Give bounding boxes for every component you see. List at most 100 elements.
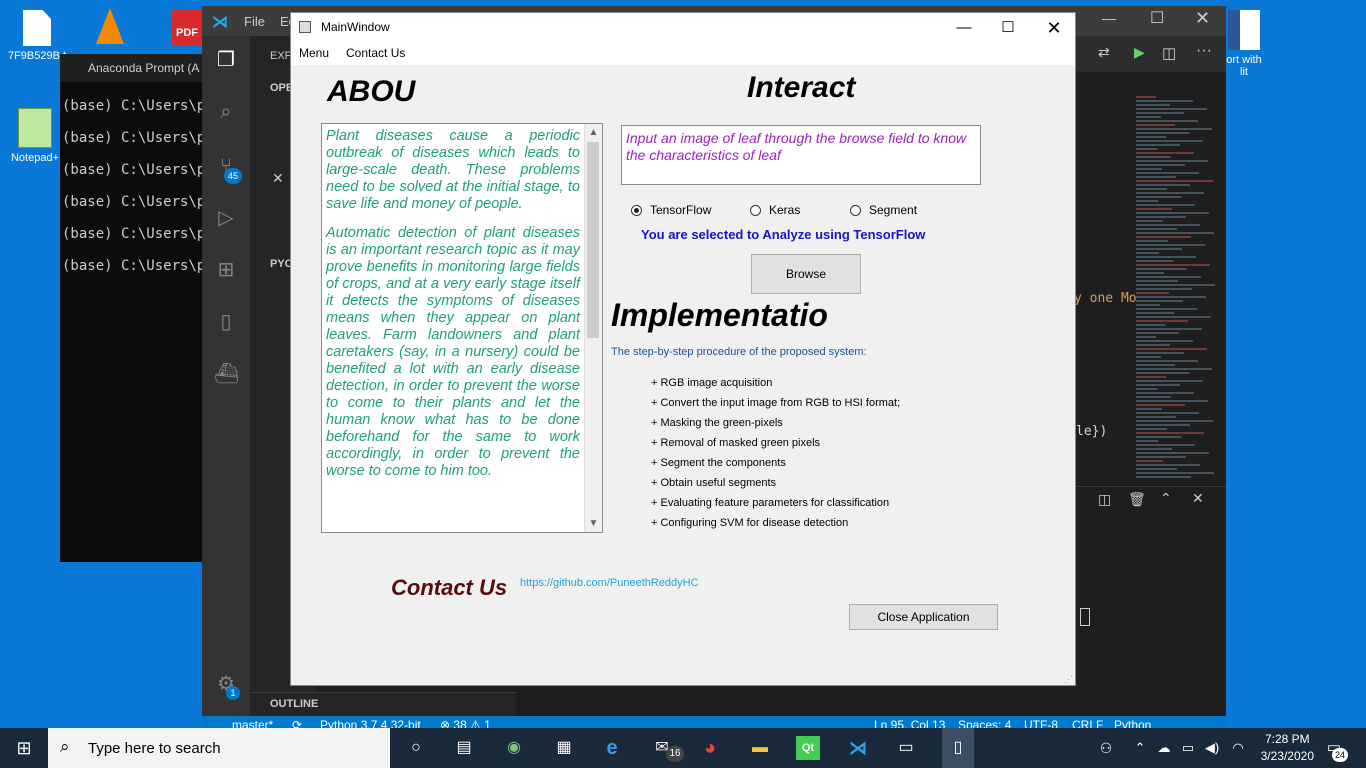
main-window-title-bar[interactable]: MainWindow — ☐ ✕ [291,13,1075,43]
split-editor-icon[interactable]: ◫ [1162,44,1176,62]
steps-list: + RGB image acquisition + Convert the in… [651,375,900,535]
run-icon[interactable]: ▶ [1134,44,1145,61]
tray-overflow-icon[interactable]: ⌃ [1128,736,1152,760]
browse-button[interactable]: Browse [751,254,861,294]
radio-tensorflow-label: TensorFlow [650,203,712,217]
store-icon[interactable]: ▦ [552,736,576,760]
volume-icon[interactable]: ◀) [1200,736,1224,760]
scroll-down-icon[interactable]: ▼ [585,515,602,532]
remote-icon[interactable]: ▯ [214,310,238,334]
minimap-line [1136,228,1177,230]
editor-code-snippet: le}) [1076,424,1108,439]
minimap-line [1136,336,1156,338]
about-text-area[interactable]: Plant diseases cause a periodic outbreak… [321,123,603,533]
clock[interactable]: 7:28 PM 3/23/2020 [1261,731,1314,765]
vscode-maximize-icon[interactable]: ☐ [1150,8,1164,28]
close-editor-icon[interactable]: ✕ [272,170,284,187]
panel-toolbar: ◫ 🗑 ⌃ ✕ [1076,486,1226,515]
list-item: + Segment the components [651,457,786,469]
minimap-line [1136,452,1209,454]
vscode-menu-file[interactable]: File [244,14,265,29]
settings-badge: 1 [226,686,240,700]
about-paragraph: Automatic detection of plant diseases is… [326,225,580,479]
radio-tensorflow[interactable]: TensorFlow [631,203,711,217]
radio-segment-indicator[interactable] [850,205,861,216]
panel-split-icon[interactable]: ◫ [1098,491,1111,508]
minimap-line [1136,384,1180,386]
minimap-line [1136,284,1215,286]
wifi-icon[interactable]: ◠ [1226,736,1250,760]
interact-heading: Interact [747,71,856,104]
debug-icon[interactable]: ▷ [214,206,238,230]
minimap-line [1136,400,1208,402]
panel-close-icon[interactable]: ✕ [1192,490,1204,507]
anaconda-prompt-window[interactable]: Anaconda Prompt (A (base) C:\Users\pu (b… [60,54,210,562]
notepad-taskbar-icon[interactable]: ▯ [942,728,974,768]
minimap-line [1136,316,1211,318]
task-view-icon[interactable]: ▤ [452,736,476,760]
minimap-line [1136,292,1169,294]
file-explorer-icon[interactable]: ▬ [748,736,772,760]
minimap-line [1136,304,1160,306]
panel-maximize-icon[interactable]: ⌃ [1160,490,1172,507]
maximize-icon[interactable]: ☐ [985,13,1031,43]
people-icon[interactable]: ⚇ [1094,736,1118,760]
menu-item-menu[interactable]: Menu [299,46,329,60]
terminal-taskbar-icon[interactable]: ▭ [894,736,918,760]
minimap-line [1136,260,1173,262]
minimap-line [1136,200,1158,202]
cortana-icon[interactable]: ○ [404,736,428,760]
about-scrollbar[interactable]: ▲ ▼ [584,124,602,532]
radio-tensorflow-indicator[interactable] [631,205,642,216]
radio-segment[interactable]: Segment [850,203,917,217]
minimap-line [1136,212,1209,214]
radio-keras[interactable]: Keras [750,203,800,217]
vscode-taskbar-icon[interactable]: ⋊ [846,736,870,760]
compare-icon[interactable]: ⇄ [1098,44,1110,61]
selected-framework-text: You are selected to Analyze using Tensor… [641,227,926,242]
onedrive-icon[interactable]: ☁ [1152,736,1176,760]
editor-minimap[interactable] [1136,94,1224,484]
minimap-line [1136,360,1198,362]
search-icon: ⌕ [60,737,70,756]
github-link[interactable]: https://github.com/PuneethReddyHC [520,577,699,589]
minimize-icon[interactable]: — [941,13,987,43]
close-application-button[interactable]: Close Application [849,604,998,630]
minimap-line [1136,320,1188,322]
explorer-icon[interactable]: ❐ [214,48,238,72]
minimap-line [1136,460,1163,462]
main-window[interactable]: MainWindow — ☐ ✕ Menu Contact Us ABOU Pl… [290,12,1076,686]
search-icon[interactable]: ⌕ [214,100,238,124]
close-icon[interactable]: ✕ [1031,13,1077,43]
list-item: + Obtain useful segments [651,477,777,489]
terminal-line: (base) C:\Users\pu [62,130,210,146]
minimap-line [1136,152,1194,154]
extensions-icon[interactable]: ⊞ [214,258,238,282]
minimap-line [1136,256,1196,258]
terminal-line: (base) C:\Users\pu [62,226,210,242]
radio-keras-indicator[interactable] [750,205,761,216]
minimap-line [1136,116,1161,118]
android-studio-icon[interactable]: ◉ [502,736,526,760]
scroll-up-icon[interactable]: ▲ [585,124,602,141]
qt-creator-icon[interactable]: Qt [796,736,820,760]
menu-item-contact-us[interactable]: Contact Us [346,46,405,60]
taskbar-search[interactable]: ⌕ Type here to search [48,728,390,768]
vscode-minimize-icon[interactable]: — [1102,10,1116,26]
windows-start-icon[interactable]: ⊞ [12,736,36,760]
desktop-pdf-icon[interactable]: PDF [172,10,202,46]
outline-section[interactable]: OUTLINE [250,692,516,717]
more-actions-icon[interactable]: ··· [1196,42,1212,60]
scrollbar-thumb[interactable] [587,142,599,338]
minimap-line [1136,172,1199,174]
vscode-close-icon[interactable]: ✕ [1195,8,1210,29]
edge-icon[interactable]: e [600,736,624,760]
docker-icon[interactable]: ⛴ [214,362,239,386]
resize-grip-icon[interactable]: ⋰ [1064,674,1073,685]
battery-icon[interactable]: ▭ [1176,736,1200,760]
desktop-vlc-icon[interactable] [96,8,124,44]
anaconda-title-bar[interactable]: Anaconda Prompt (A [60,54,210,82]
chrome-icon[interactable]: ◕ [698,736,722,760]
minimap-line [1136,344,1170,346]
panel-trash-icon[interactable]: 🗑 [1128,491,1146,508]
